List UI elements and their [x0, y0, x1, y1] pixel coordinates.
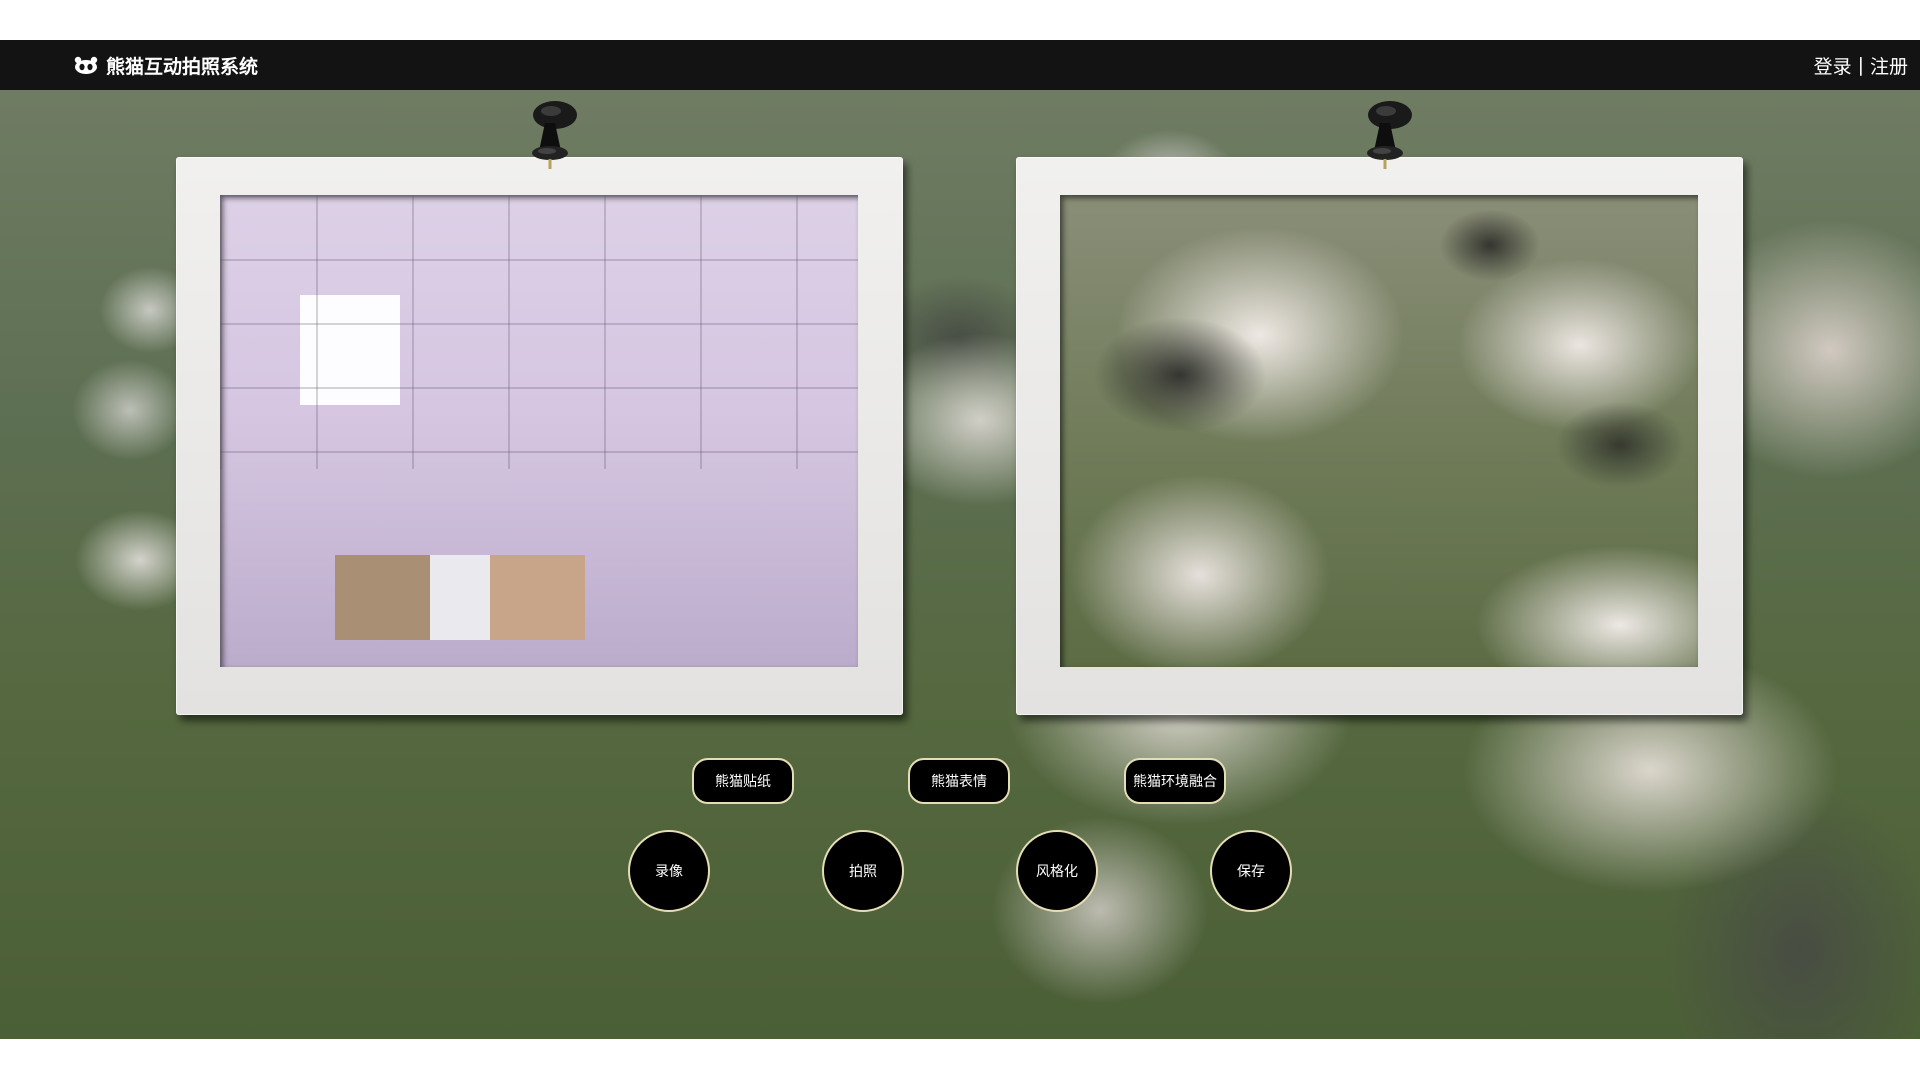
auth-separator: |	[1857, 54, 1864, 76]
record-button[interactable]: 录像	[628, 830, 710, 912]
pushpin-icon	[1367, 101, 1412, 169]
preview-image-view	[1060, 195, 1698, 667]
preview-frame	[1016, 157, 1743, 715]
panda-sticker-button[interactable]: 熊猫贴纸	[692, 758, 794, 804]
stylize-button[interactable]: 风格化	[1016, 830, 1098, 912]
app-title: 熊猫互动拍照系统	[106, 55, 259, 78]
panda-icon	[74, 56, 98, 74]
take-photo-button[interactable]: 拍照	[822, 830, 904, 912]
pushpin-icon	[532, 101, 577, 169]
panda-expression-button[interactable]: 熊猫表情	[908, 758, 1010, 804]
camera-feed-view	[220, 195, 858, 667]
brand: 熊猫互动拍照系统	[74, 40, 258, 90]
panda-environment-fusion-button[interactable]: 熊猫环境融合	[1124, 758, 1226, 804]
top-navigation-bar: 熊猫互动拍照系统 登录 | 注册	[0, 40, 1920, 90]
login-link[interactable]: 登录	[1814, 52, 1852, 79]
live-camera-frame	[176, 157, 903, 715]
register-link[interactable]: 注册	[1870, 52, 1908, 79]
save-button[interactable]: 保存	[1210, 830, 1292, 912]
auth-links: 登录 | 注册	[1814, 40, 1908, 90]
